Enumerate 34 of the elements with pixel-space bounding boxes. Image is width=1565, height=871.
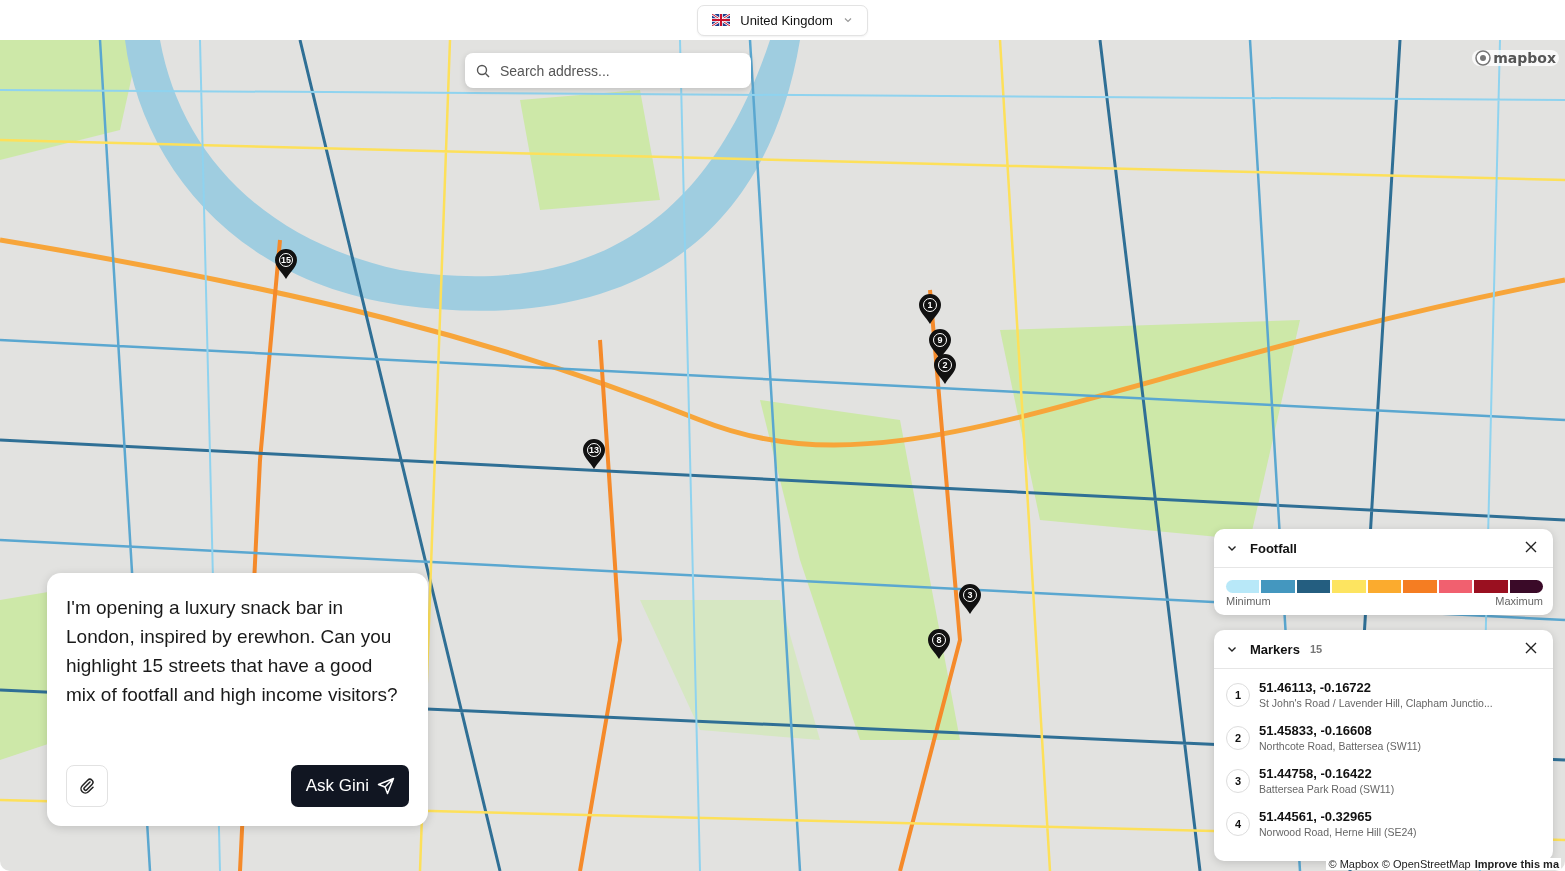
improve-map-link[interactable]: Improve this ma — [1474, 858, 1559, 870]
marker-address: Battersea Park Road (SW11) — [1259, 783, 1395, 795]
chevron-down-icon — [842, 15, 853, 25]
marker-coordinates[interactable]: 51.46113, -0.16722 — [1259, 680, 1493, 695]
panel-title: Footfall — [1250, 540, 1297, 556]
marker-count: 15 — [1309, 643, 1323, 655]
marker-coordinates[interactable]: 51.44758, -0.16422 — [1259, 766, 1395, 781]
search-field[interactable]: Search address... — [465, 53, 751, 88]
logo-text: mapbox — [1493, 50, 1556, 66]
close-icon — [1525, 641, 1537, 654]
map-pin[interactable]: 15 — [274, 248, 298, 280]
marker-address: Norwood Road, Herne Hill (SE24) — [1259, 826, 1417, 838]
map-pin[interactable]: 13 — [582, 438, 606, 470]
marker-address: Northcote Road, Battersea (SW11) — [1259, 740, 1422, 752]
flag-icon — [712, 14, 731, 26]
scale-min-label: Minimum — [1226, 595, 1271, 607]
paperclip-icon — [78, 777, 96, 795]
search-icon — [476, 64, 490, 78]
country-selector[interactable]: United Kingdom — [697, 4, 868, 36]
prompt-text[interactable]: I'm opening a luxury snack bar in London, inspired by erewhon. Can you highlight 15 streets that have a good mix of footfall and high income visitors? — [66, 593, 406, 709]
marker-coordinates[interactable]: 51.45833, -0.16608 — [1259, 723, 1422, 738]
map-pin[interactable]: 8 — [927, 628, 951, 660]
close-icon — [1525, 540, 1537, 553]
map-pin[interactable]: 3 — [958, 583, 982, 615]
map-pin[interactable]: 1 — [918, 293, 942, 325]
marker-coordinates[interactable]: 51.44561, -0.32965 — [1259, 809, 1417, 824]
map-pin[interactable]: 2 — [933, 353, 957, 385]
scale-max-label: Maximum — [1495, 595, 1543, 607]
send-icon — [377, 777, 395, 795]
attribution-text: © Mapbox © OpenStreetMap — [1328, 858, 1471, 870]
ask-button[interactable]: Ask Gini — [290, 765, 409, 807]
marker-address: St John's Road / Lavender Hill, Clapham Junctio... — [1259, 697, 1493, 709]
panel-title: Markers — [1250, 641, 1300, 657]
attach-button[interactable] — [66, 765, 108, 807]
